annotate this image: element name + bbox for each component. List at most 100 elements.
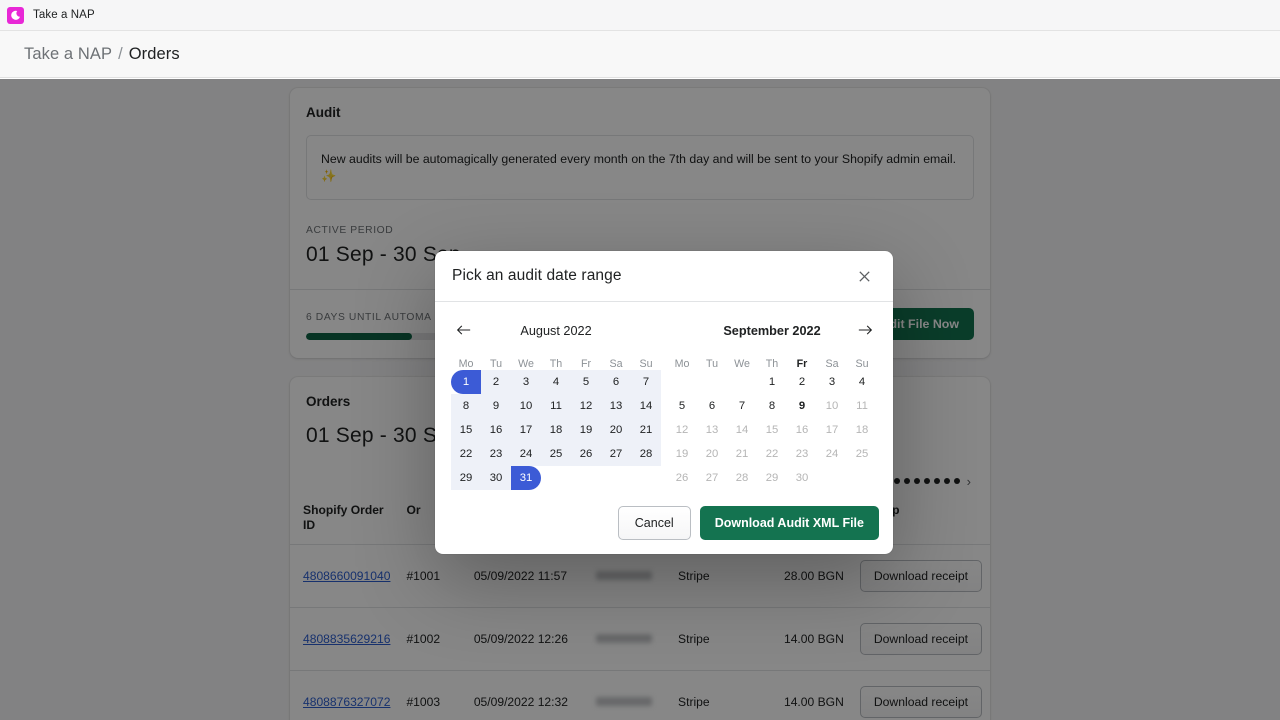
calendar-day[interactable]: 7 — [727, 394, 757, 418]
calendar-week-row: 19 20 21 22 23 24 25 — [667, 442, 877, 466]
calendar-day[interactable]: 4 — [541, 370, 571, 394]
calendar-day[interactable]: 17 — [511, 418, 541, 442]
calendar-day: 27 — [705, 472, 719, 484]
close-icon[interactable] — [851, 263, 877, 289]
calendar-day[interactable]: 12 — [571, 394, 601, 418]
calendar-day[interactable]: 2 — [481, 370, 511, 394]
calendar-day-empty — [631, 466, 661, 490]
calendar-week-row: 26 27 28 29 30 — [667, 466, 877, 490]
calendar-day[interactable]: 29 — [451, 466, 481, 490]
calendar-day[interactable]: 1 — [451, 370, 481, 394]
download-audit-xml-file-button[interactable]: Download Audit XML File — [699, 506, 879, 540]
calendar-day: 28 — [735, 472, 749, 484]
calendar-day[interactable]: 25 — [541, 442, 571, 466]
calendar-day[interactable]: 11 — [541, 394, 571, 418]
calendar-day[interactable]: 14 — [631, 394, 661, 418]
calendar-day: 22 — [765, 448, 779, 460]
calendar-day[interactable]: 23 — [481, 442, 511, 466]
calendar-week-row: 29 30 31 — [451, 466, 661, 490]
weekday-label-mo: Mo — [458, 358, 474, 370]
calendar-week-row: 8 9 10 11 12 13 14 — [451, 394, 661, 418]
breadcrumb: Take a NAP / Orders — [0, 31, 1280, 78]
calendar-day[interactable]: 28 — [631, 442, 661, 466]
calendar-day[interactable]: 19 — [571, 418, 601, 442]
calendar-left: August 2022 Mo Tu We Th Fr Sa Su 1 2 3 4 5 6 7 8 9 10 11… — [448, 318, 664, 490]
crescent-moon-icon — [7, 6, 24, 24]
calendar-day[interactable]: 3 — [817, 370, 847, 394]
calendar-day: 10 — [825, 400, 839, 412]
calendar-day[interactable]: 1 — [757, 370, 787, 394]
calendar-day[interactable]: 27 — [601, 442, 631, 466]
calendar-day: 26 — [675, 472, 689, 484]
weekday-label-th: Th — [765, 358, 779, 370]
modal-header: Pick an audit date range — [435, 251, 893, 302]
calendar-day[interactable]: 8 — [757, 394, 787, 418]
breadcrumb-current: Orders — [128, 44, 180, 63]
calendar-day: 11 — [856, 400, 868, 412]
calendar-day: 15 — [765, 424, 779, 436]
weekday-label-sa: Sa — [609, 358, 623, 370]
app-topbar: Take a NAP — [0, 0, 1280, 31]
calendar-right-month-label: September 2022 — [723, 324, 821, 338]
calendar-day[interactable]: 9 — [481, 394, 511, 418]
calendar-week-row: 12 13 14 15 16 17 18 — [667, 418, 877, 442]
calendar-day[interactable]: 7 — [631, 370, 661, 394]
calendar-day: 23 — [795, 448, 809, 460]
calendar-day[interactable]: 9 — [787, 394, 817, 418]
calendar-day: 24 — [825, 448, 839, 460]
calendar-day[interactable]: 6 — [601, 370, 631, 394]
calendar-day: 14 — [735, 424, 749, 436]
calendar-day[interactable]: 20 — [601, 418, 631, 442]
breadcrumb-parent[interactable]: Take a NAP — [24, 45, 112, 64]
weekday-label-tu: Tu — [489, 358, 503, 370]
calendar-day: 29 — [765, 472, 779, 484]
calendar-day[interactable]: 18 — [541, 418, 571, 442]
weekday-label-mo: Mo — [674, 358, 690, 370]
breadcrumb-separator: / — [118, 44, 123, 63]
calendar-day: 25 — [855, 448, 869, 460]
calendar-week-row: 5 6 7 8 9 10 11 — [667, 394, 877, 418]
calendar-day[interactable]: 26 — [571, 442, 601, 466]
calendar-right: September 2022 Mo Tu We Th Fr Sa Su 1234567891… — [664, 318, 880, 490]
calendar-day: 19 — [675, 448, 689, 460]
calendar-day-empty — [667, 370, 697, 394]
calendar-day: 16 — [795, 424, 809, 436]
weekday-label-fr: Fr — [796, 358, 808, 370]
arrow-left-icon[interactable] — [451, 318, 475, 342]
calendar-day[interactable]: 30 — [481, 466, 511, 490]
weekday-label-we: We — [518, 358, 534, 370]
calendar-day[interactable]: 3 — [511, 370, 541, 394]
calendar-day: 17 — [825, 424, 839, 436]
calendar-week-row: 22 23 24 25 26 27 28 — [451, 442, 661, 466]
calendar-day: 21 — [735, 448, 749, 460]
calendar-day[interactable]: 13 — [601, 394, 631, 418]
modal-title: Pick an audit date range — [452, 267, 622, 284]
calendar-day[interactable]: 5 — [571, 370, 601, 394]
calendar-day[interactable]: 24 — [511, 442, 541, 466]
calendar-left-grid[interactable]: 1 2 3 4 5 6 7 8 9 10 11 12 13 14 15 16 17 18 19 20 21 22 23 24 2… — [451, 370, 661, 490]
modal-body: August 2022 Mo Tu We Th Fr Sa Su 1 2 3 4 5 6 7 8 9 10 11… — [435, 302, 893, 494]
calendar-day: 20 — [705, 448, 719, 460]
calendar-day[interactable]: 4 — [847, 370, 877, 394]
calendar-day[interactable]: 15 — [451, 418, 481, 442]
weekday-label-fr: Fr — [580, 358, 592, 370]
calendar-day[interactable]: 10 — [511, 394, 541, 418]
arrow-right-icon[interactable] — [853, 318, 877, 342]
calendar-day[interactable]: 2 — [787, 370, 817, 394]
calendar-day-empty — [601, 466, 631, 490]
calendar-day[interactable]: 5 — [667, 394, 697, 418]
calendar-day[interactable]: 6 — [697, 394, 727, 418]
calendar-day-empty — [697, 370, 727, 394]
calendar-right-weekday-row: Mo Tu We Th Fr Sa Su — [667, 358, 877, 370]
calendar-day-empty — [727, 370, 757, 394]
calendar-day[interactable]: 22 — [451, 442, 481, 466]
calendar-right-grid[interactable]: 1 2 3 4 5 6 7 8 9 10 11 12 13 14 15 16 17 18 19 20 21 22 23 24 2… — [667, 370, 877, 490]
calendar-day[interactable]: 16 — [481, 418, 511, 442]
calendar-day[interactable]: 21 — [631, 418, 661, 442]
calendar-day-empty — [571, 466, 601, 490]
calendar-day[interactable]: 31 — [511, 466, 541, 490]
calendar-day[interactable]: 8 — [451, 394, 481, 418]
cancel-button[interactable]: Cancel — [617, 506, 691, 540]
calendar-day: 13 — [705, 424, 719, 436]
calendar-day: 12 — [675, 424, 689, 436]
